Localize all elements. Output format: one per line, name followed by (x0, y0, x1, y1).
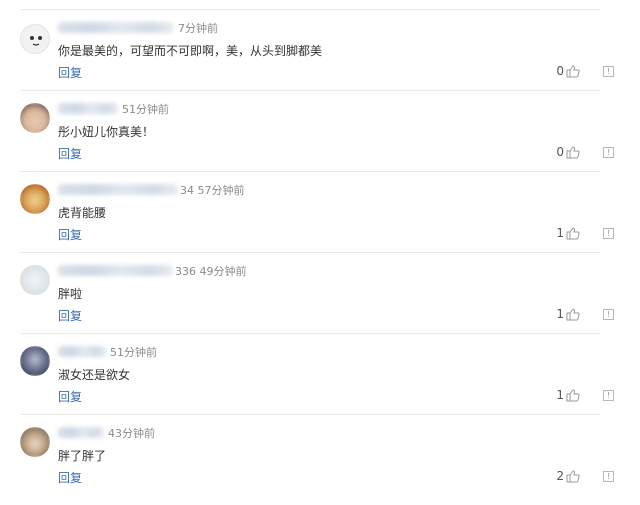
comment-time: 51分钟前 (110, 346, 157, 359)
like-button[interactable]: 0 (556, 145, 580, 159)
like-count: 1 (556, 226, 564, 240)
comment-item: 34 57分钟前 虎背能腰 回复 1 ! (0, 182, 640, 262)
like-count: 2 (556, 469, 564, 483)
comment-time: 43分钟前 (108, 427, 155, 440)
like-button[interactable]: 1 (556, 307, 580, 321)
divider (20, 90, 600, 91)
avatar[interactable] (20, 184, 50, 214)
username-blurred[interactable] (58, 427, 104, 438)
avatar[interactable] (20, 24, 50, 54)
username-blurred[interactable] (58, 103, 118, 114)
comment-item: 336 49分钟前 胖啦 回复 1 ! (0, 263, 640, 343)
reply-button[interactable]: 回复 (58, 388, 82, 405)
reply-button[interactable]: 回复 (58, 64, 82, 81)
divider (20, 252, 600, 253)
like-button[interactable]: 0 (556, 64, 580, 78)
username-blurred[interactable] (58, 265, 173, 276)
divider (20, 333, 600, 334)
reply-button[interactable]: 回复 (58, 307, 82, 324)
like-button[interactable]: 1 (556, 388, 580, 402)
divider (20, 171, 600, 172)
comment-text: 彤小妞儿你真美！ (58, 125, 155, 139)
like-button[interactable]: 2 (556, 469, 580, 483)
username-blurred[interactable] (58, 22, 173, 33)
thumbs-up-icon (566, 145, 580, 159)
comment-time: 34 57分钟前 (180, 184, 245, 197)
comment-text: 你是最美的，可望而不可即啊，美，从头到脚都美 (58, 44, 323, 58)
like-count: 0 (556, 64, 564, 78)
thumbs-up-icon (566, 226, 580, 240)
avatar[interactable] (20, 427, 50, 457)
username-blurred[interactable] (58, 184, 178, 195)
reply-button[interactable]: 回复 (58, 469, 82, 486)
comment-time: 336 49分钟前 (175, 265, 247, 278)
ghost-face-icon (30, 36, 42, 46)
comment-item: 7分钟前 你是最美的，可望而不可即啊，美，从头到脚都美 回复 0 ! (0, 20, 640, 100)
avatar[interactable] (20, 265, 50, 295)
report-icon[interactable]: ! (603, 228, 614, 239)
report-icon[interactable]: ! (603, 66, 614, 77)
like-count: 1 (556, 307, 564, 321)
thumbs-up-icon (566, 307, 580, 321)
comment-time: 51分钟前 (122, 103, 169, 116)
avatar[interactable] (20, 346, 50, 376)
report-icon[interactable]: ! (603, 390, 614, 401)
comment-item: 51分钟前 淑女还是欲女 回复 1 ! (0, 344, 640, 424)
reply-button[interactable]: 回复 (58, 145, 82, 162)
username-blurred[interactable] (58, 346, 106, 357)
divider (20, 9, 600, 10)
comment-text: 虎背能腰 (58, 206, 107, 220)
thumbs-up-icon (566, 469, 580, 483)
thumbs-up-icon (566, 64, 580, 78)
comment-item: 43分钟前 胖了胖了 回复 2 ! (0, 425, 640, 505)
like-count: 0 (556, 145, 564, 159)
comment-list: 7分钟前 你是最美的，可望而不可即啊，美，从头到脚都美 回复 0 ! 51分钟前… (0, 0, 640, 489)
reply-button[interactable]: 回复 (58, 226, 82, 243)
comment-time: 7分钟前 (178, 22, 218, 35)
divider (20, 414, 600, 415)
avatar[interactable] (20, 103, 50, 133)
thumbs-up-icon (566, 388, 580, 402)
report-icon[interactable]: ! (603, 309, 614, 320)
comment-text: 淑女还是欲女 (58, 368, 131, 382)
like-button[interactable]: 1 (556, 226, 580, 240)
report-icon[interactable]: ! (603, 147, 614, 158)
comment-text: 胖啦 (58, 287, 83, 301)
comment-item: 51分钟前 彤小妞儿你真美！ 回复 0 ! (0, 101, 640, 181)
like-count: 1 (556, 388, 564, 402)
report-icon[interactable]: ! (603, 471, 614, 482)
comment-text: 胖了胖了 (58, 449, 107, 463)
